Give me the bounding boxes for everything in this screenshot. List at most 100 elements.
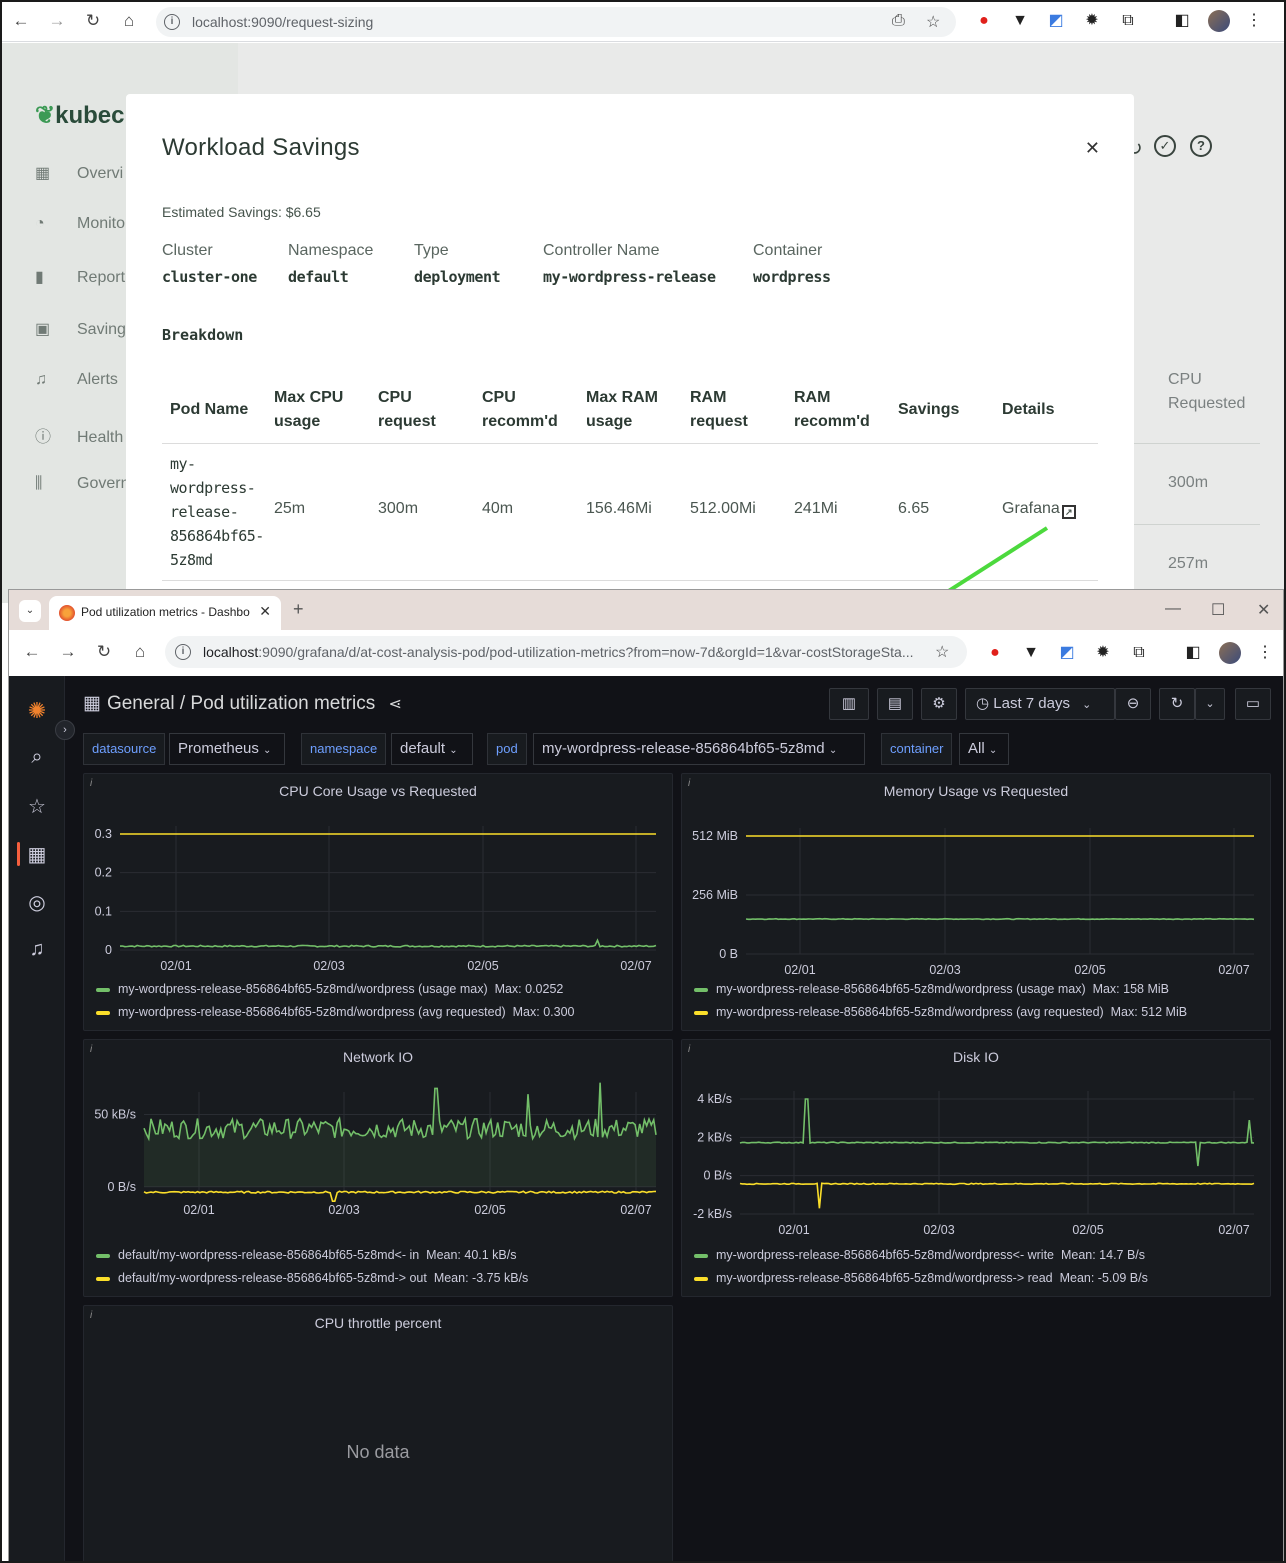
refresh-icon[interactable]: ↻ <box>1159 688 1195 720</box>
nav-item-health[interactable]: ⓘ Health <box>35 423 123 447</box>
forward-icon[interactable]: → <box>57 641 79 663</box>
grafana-link[interactable]: Grafana ↗ <box>1002 500 1076 519</box>
settings-extension-icon[interactable]: ✹ <box>1093 643 1113 663</box>
new-tab-icon[interactable]: + <box>293 599 304 620</box>
legend-item[interactable]: my-wordpress-release-856864bf65-5z8md/wo… <box>694 1005 1187 1019</box>
panel-network-io[interactable]: i Network IO 50 kB/s 0 B/s 02/01 02/03 02/05… <box>83 1039 673 1297</box>
legend-item[interactable]: default/my-wordpress-release-856864bf65-… <box>96 1248 516 1262</box>
reload-icon[interactable]: ↻ <box>93 641 115 663</box>
bookmark-star-icon[interactable]: ☆ <box>935 642 949 662</box>
menu-kebab-icon[interactable]: ⋮ <box>1255 643 1275 663</box>
side-panel-icon[interactable]: ◧ <box>1183 643 1203 663</box>
extensions-puzzle-icon[interactable]: ⧉ <box>1129 643 1149 663</box>
legend-swatch <box>96 1010 110 1015</box>
field-value: deployment <box>414 268 501 286</box>
panel-cpu-usage[interactable]: i CPU Core Usage vs Requested 0.3 0.2 0.1 0… <box>83 773 673 1031</box>
site-info-icon[interactable]: i <box>175 644 191 660</box>
help-icon[interactable]: ? <box>1190 135 1212 157</box>
close-window-icon[interactable]: ✕ <box>1257 600 1270 620</box>
dashboard-settings-icon[interactable]: ⚙ <box>921 688 957 720</box>
var-value: All <box>968 740 985 757</box>
field-type: Type deployment <box>414 242 501 286</box>
expand-sidebar-icon[interactable]: › <box>55 720 75 740</box>
legend-item[interactable]: default/my-wordpress-release-856864bf65-… <box>96 1271 528 1285</box>
profile-avatar[interactable] <box>1219 642 1241 664</box>
back-icon[interactable]: ← <box>10 10 32 32</box>
forward-icon[interactable]: → <box>46 10 68 32</box>
dashboards-icon[interactable]: ▦ <box>25 842 49 866</box>
opera-extension-icon[interactable]: ● <box>974 11 994 31</box>
explore-compass-icon[interactable]: ◎ <box>25 890 49 914</box>
check-circle-icon[interactable]: ✓ <box>1154 135 1176 157</box>
tab-search-icon[interactable]: ⌄ <box>19 600 41 622</box>
breadcrumb-folder[interactable]: General <box>107 693 175 714</box>
alerting-bell-icon[interactable]: ♫ <box>25 938 49 962</box>
panel-disk-io[interactable]: i Disk IO 4 kB/s 2 kB/s 0 B/s -2 kB/s 02/01 0… <box>681 1039 1271 1297</box>
time-range-picker[interactable]: ◷ Last 7 days ⌄ <box>965 688 1115 720</box>
maximize-icon[interactable]: ☐ <box>1211 600 1225 620</box>
panel-cpu-throttle[interactable]: i CPU throttle percent No data <box>83 1305 673 1561</box>
pod-name-line: wordpress- <box>170 479 256 497</box>
address-bar[interactable]: i localhost:9090/request-sizing ⎙ ☆ <box>156 7 956 37</box>
color-extension-icon[interactable]: ◩ <box>1057 643 1077 663</box>
search-icon[interactable]: ⌕ <box>25 746 49 770</box>
var-select-datasource[interactable]: Prometheus ⌄ <box>169 733 285 765</box>
legend-item[interactable]: my-wordpress-release-856864bf65-5z8md/wo… <box>694 1271 1148 1285</box>
color-extension-icon[interactable]: ◩ <box>1046 11 1066 31</box>
nav-item-alerts[interactable]: ♫ Alerts <box>35 371 118 389</box>
starred-icon[interactable]: ☆ <box>25 794 49 818</box>
home-icon[interactable]: ⌂ <box>118 10 140 32</box>
nav-item-reports[interactable]: ▮ Report <box>35 267 125 287</box>
opera-extension-icon[interactable]: ● <box>985 643 1005 663</box>
side-panel-icon[interactable]: ◧ <box>1172 11 1192 31</box>
var-select-container[interactable]: All ⌄ <box>959 733 1009 765</box>
nav-item-monitor[interactable]: ◔ Monito <box>35 215 125 233</box>
menu-kebab-icon[interactable]: ⋮ <box>1244 11 1264 31</box>
save-dashboard-icon[interactable]: ▤ <box>877 688 913 720</box>
extensions-puzzle-icon[interactable]: ⧉ <box>1118 11 1138 31</box>
tab-pod-utilization[interactable]: Pod utilization metrics - Dashbo ✕ <box>49 596 281 630</box>
back-icon[interactable]: ← <box>21 641 43 663</box>
grafana-logo-icon[interactable]: ✺ <box>25 698 49 723</box>
kubecost-logo[interactable]: ❦kubec <box>35 101 124 130</box>
vue-extension-icon[interactable]: ▼ <box>1021 643 1041 663</box>
refresh-interval-chevron-icon[interactable]: ⌄ <box>1195 688 1225 720</box>
legend-item[interactable]: my-wordpress-release-856864bf65-5z8md/wo… <box>96 1005 574 1019</box>
nav-item-overview[interactable]: ▦ Overvi <box>35 163 123 183</box>
th-savings[interactable]: Savings <box>898 398 959 422</box>
th-ram-request[interactable]: RAM request <box>690 386 760 434</box>
vue-extension-icon[interactable]: ▼ <box>1010 11 1030 31</box>
th-max-cpu[interactable]: Max CPU usage <box>274 386 354 434</box>
th-cpu-request[interactable]: CPU request <box>378 386 448 434</box>
legend-item[interactable]: my-wordpress-release-856864bf65-5z8md/wo… <box>694 1248 1145 1262</box>
reload-icon[interactable]: ↻ <box>82 10 104 32</box>
var-select-namespace[interactable]: default ⌄ <box>391 733 473 765</box>
settings-extension-icon[interactable]: ✹ <box>1082 11 1102 31</box>
add-panel-icon[interactable]: ▥ <box>829 688 869 720</box>
nav-item-governance[interactable]: ⫼ Govern <box>35 475 129 493</box>
legend-label: default/my-wordpress-release-856864bf65-… <box>118 1271 427 1285</box>
bookmark-star-icon[interactable]: ☆ <box>926 12 940 32</box>
panel-memory-usage[interactable]: i Memory Usage vs Requested 512 MiB 256 M… <box>681 773 1271 1031</box>
home-icon[interactable]: ⌂ <box>129 641 151 663</box>
site-info-icon[interactable]: i <box>164 14 180 30</box>
th-pod-name[interactable]: Pod Name <box>170 398 248 422</box>
th-max-ram[interactable]: Max RAM usage <box>586 386 666 434</box>
profile-avatar[interactable] <box>1208 10 1230 32</box>
install-app-icon[interactable]: ⎙ <box>892 12 905 30</box>
tv-mode-icon[interactable]: ▭ <box>1235 688 1271 720</box>
browser-toolbar: ← → ↻ ⌂ i localhost:9090/request-sizing … <box>2 2 1284 42</box>
close-icon[interactable]: ✕ <box>1085 138 1100 159</box>
minimize-icon[interactable]: — <box>1165 600 1181 618</box>
zoom-out-icon[interactable]: ⊖ <box>1115 688 1151 720</box>
legend-item[interactable]: my-wordpress-release-856864bf65-5z8md/wo… <box>96 982 563 996</box>
share-icon[interactable]: ⋖ <box>388 696 401 713</box>
th-ram-recomm[interactable]: RAM recomm'd <box>794 386 884 434</box>
th-cpu-recomm[interactable]: CPU recomm'd <box>482 386 572 434</box>
breakdown-heading: Breakdown <box>162 326 244 344</box>
close-tab-icon[interactable]: ✕ <box>259 603 271 620</box>
address-bar[interactable]: i localhost:9090/grafana/d/at-cost-analy… <box>165 636 967 668</box>
nav-item-savings[interactable]: ▣ Saving <box>35 319 126 339</box>
legend-item[interactable]: my-wordpress-release-856864bf65-5z8md/wo… <box>694 982 1169 996</box>
var-select-pod[interactable]: my-wordpress-release-856864bf65-5z8md ⌄ <box>533 733 865 765</box>
